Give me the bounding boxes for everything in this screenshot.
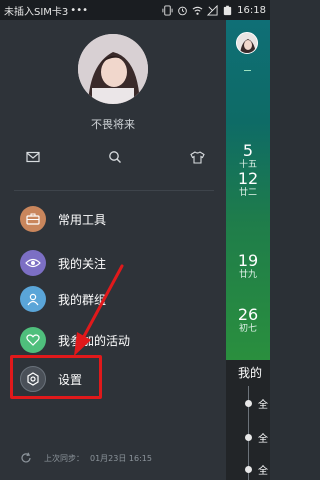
calendar-avatar[interactable]	[236, 32, 258, 54]
calendar-agenda: 我的 全 全 全	[226, 360, 270, 480]
timeline-dot	[245, 466, 252, 473]
calendar-date[interactable]: 19 廿九	[226, 252, 270, 281]
calendar-date[interactable]: 26 初七	[226, 306, 270, 335]
agenda-entry[interactable]: 全	[258, 396, 268, 411]
lunar-date: 廿九	[238, 270, 257, 280]
lunar-date: 初七	[238, 324, 257, 334]
calendar-date[interactable]: 12 廿二	[226, 170, 270, 199]
timeline-dot	[245, 434, 252, 441]
calendar-date[interactable]: 5 十五	[226, 142, 270, 171]
date-number: 5	[242, 141, 254, 160]
calendar-panel[interactable]: 5 十五 12 廿二 19 廿九 26 初七	[226, 20, 270, 360]
date-number: 12	[237, 169, 259, 188]
date-number: 26	[237, 305, 259, 324]
timeline-dot	[245, 400, 252, 407]
lunar-date: 廿二	[238, 188, 257, 198]
agenda-entry[interactable]: 全	[258, 430, 268, 445]
calendar-dash	[244, 70, 251, 71]
agenda-entry[interactable]: 全	[258, 462, 268, 477]
agenda-title: 我的	[238, 366, 263, 380]
date-number: 19	[237, 251, 259, 270]
